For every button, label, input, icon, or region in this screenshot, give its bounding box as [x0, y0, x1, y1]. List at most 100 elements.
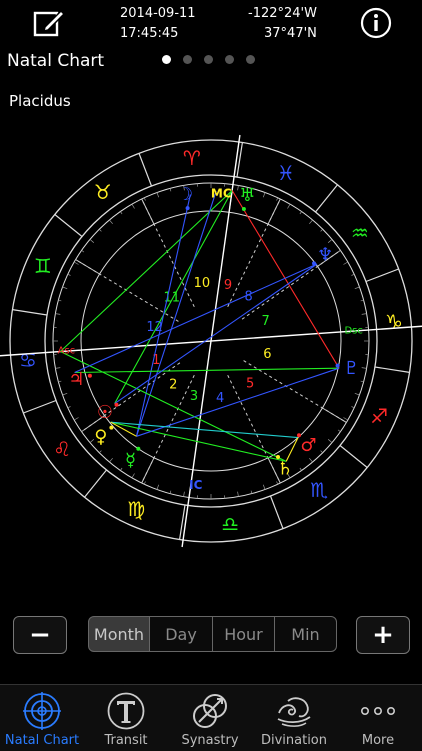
- degree-tick: [344, 418, 348, 421]
- degree-tick: [55, 368, 60, 369]
- zodiac-sign-glyph: ♑︎: [385, 310, 403, 334]
- degree-tick: [238, 492, 239, 497]
- degree-tick: [321, 229, 323, 231]
- house-cusp-tick: [268, 199, 280, 224]
- zodiac-sign-glyph: ♌︎: [53, 437, 71, 461]
- degree-tick: [361, 300, 364, 301]
- degree-tick: [90, 239, 94, 242]
- zodiac-sign-glyph: ♈︎: [183, 146, 201, 170]
- house-number: 3: [190, 389, 198, 404]
- segment-min[interactable]: Min: [274, 616, 337, 652]
- degree-tick: [355, 287, 360, 289]
- decrement-label: −: [29, 622, 51, 648]
- tab-label: Divination: [252, 733, 336, 748]
- tab-synastry[interactable]: Synastry: [168, 685, 252, 751]
- house-number: 9: [224, 278, 232, 293]
- degree-tick: [321, 451, 323, 453]
- increment-button[interactable]: +: [356, 616, 410, 654]
- tab-transit[interactable]: Transit: [84, 685, 168, 751]
- house-number: 10: [194, 276, 211, 291]
- degree-tick: [288, 204, 291, 208]
- degree-tick: [309, 458, 312, 462]
- page-title: Natal Chart: [7, 51, 104, 71]
- degree-tick: [58, 300, 61, 301]
- zodiac-sign-glyph: ♎︎: [221, 512, 239, 536]
- degree-tick: [338, 430, 340, 432]
- planet-marker: [297, 433, 301, 437]
- sign-divider: [13, 310, 48, 315]
- degree-tick: [132, 204, 135, 208]
- page-dot: [204, 55, 213, 64]
- house-number: 7: [262, 314, 270, 329]
- house-number: 2: [169, 378, 177, 393]
- tab-label: Transit: [84, 733, 168, 748]
- degree-tick: [157, 193, 159, 198]
- tab-more[interactable]: More: [336, 685, 420, 751]
- segment-day[interactable]: Day: [149, 616, 213, 652]
- planet-glyph: ♂︎: [300, 435, 316, 456]
- increment-label: +: [372, 622, 394, 648]
- segment-label: Hour: [224, 625, 263, 644]
- planet-marker: [276, 455, 280, 459]
- segment-hour[interactable]: Hour: [212, 616, 275, 652]
- degree-tick: [263, 485, 265, 490]
- page-indicator[interactable]: [162, 54, 262, 66]
- decrement-button[interactable]: −: [13, 616, 67, 654]
- planet-glyph: ♀︎: [94, 426, 107, 447]
- chart-time: 17:45:45: [120, 26, 178, 41]
- house-number: 4: [216, 391, 224, 406]
- degree-tick: [109, 220, 112, 224]
- zodiac-sign-glyph: ♉︎: [94, 180, 112, 204]
- chart-date: 2014-09-11: [120, 6, 196, 21]
- degree-tick: [157, 485, 159, 490]
- degree-tick: [352, 274, 355, 275]
- degree-tick: [144, 482, 145, 485]
- tab-bar: Natal Chart Transit Synastry Divination: [0, 684, 422, 751]
- degree-tick: [344, 262, 348, 265]
- degree-tick: [82, 250, 84, 252]
- info-button[interactable]: [360, 7, 392, 39]
- mc-label: MC: [211, 186, 232, 200]
- ic-label: IC: [189, 478, 202, 492]
- degree-tick: [74, 262, 78, 265]
- planet-glyph: ♆︎: [317, 244, 333, 265]
- degree-tick: [68, 274, 71, 275]
- degree-tick: [277, 198, 278, 201]
- sign-divider: [316, 185, 338, 212]
- zodiac-sign-glyph: ♊︎: [34, 254, 52, 278]
- tab-divination[interactable]: Divination: [252, 685, 336, 751]
- house-cusp-tick: [322, 408, 346, 422]
- degree-tick: [99, 229, 101, 231]
- aspect-line: [137, 191, 217, 436]
- sign-divider: [139, 153, 152, 186]
- natal-chart-wheel[interactable]: ♋︎♌︎♍︎♎︎♏︎♐︎♑︎♒︎♓︎♈︎♉︎♊︎123456789101112A…: [0, 125, 422, 565]
- tab-label: Synastry: [168, 733, 252, 748]
- zodiac-sign-glyph: ♐︎: [370, 404, 388, 428]
- aspect-line: [115, 264, 317, 404]
- tab-label: Natal Chart: [0, 733, 84, 748]
- degree-tick: [120, 468, 122, 470]
- page-dot: [246, 55, 255, 64]
- zodiac-sign-glyph: ♒︎: [351, 221, 369, 245]
- planet-glyph: ♄︎: [277, 459, 293, 480]
- segment-month[interactable]: Month: [88, 616, 150, 652]
- crosshair-icon: [22, 691, 62, 731]
- planet-glyph: ☽︎: [177, 184, 193, 205]
- planet-marker: [336, 364, 340, 368]
- house-number: 5: [246, 376, 254, 391]
- dsc-label: Dsc: [344, 326, 362, 337]
- edit-button[interactable]: [32, 6, 66, 38]
- planet-marker: [312, 261, 316, 265]
- house-cusp-tick: [142, 199, 154, 224]
- zodiac-sign-glyph: ♍︎: [127, 497, 145, 521]
- planet-glyph: ☿︎: [125, 450, 136, 471]
- degree-tick: [99, 451, 101, 453]
- degree-tick: [309, 220, 312, 224]
- transit-t-icon: [106, 691, 146, 731]
- degree-tick: [355, 393, 360, 395]
- planet-marker: [115, 403, 119, 407]
- asc-label: Asc: [58, 346, 76, 357]
- house-number: 8: [245, 289, 253, 304]
- degree-tick: [68, 407, 71, 408]
- tab-natal-chart[interactable]: Natal Chart: [0, 685, 84, 751]
